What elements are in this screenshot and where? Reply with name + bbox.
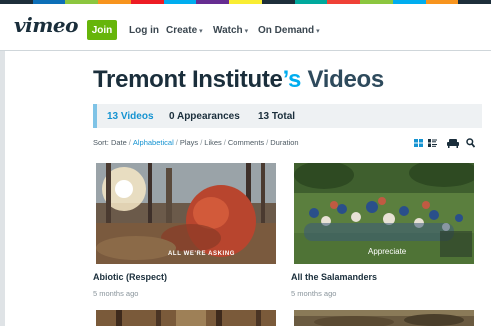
possessive-mark: ’s [282,66,302,93]
thumbnail-forest-image [96,163,276,264]
sort-option-duration[interactable]: Duration [270,138,298,147]
vimeo-logo[interactable]: vimeo [14,13,78,37]
couch-mode-icon[interactable] [447,138,459,148]
thumbnail-forest-image [96,310,276,326]
sort-option-date[interactable]: Date [111,138,127,147]
video-thumbnail[interactable]: ALL WE'RE ASKING [96,163,276,264]
sort-option-alphabetical[interactable]: Alphabetical [133,138,174,147]
sort-option-comments[interactable]: Comments [228,138,264,147]
page-title: Tremont Institute’s Videos [93,66,384,94]
video-thumbnail[interactable]: Appreciate [294,163,474,264]
tab-total[interactable]: 13 Total [258,111,295,122]
video-thumbnail[interactable] [96,310,276,326]
nav-create-label: Create [166,25,198,36]
thumbnail-caption: Appreciate [368,247,407,256]
chevron-down-icon: ▾ [244,28,249,35]
sort-option-plays[interactable]: Plays [180,138,198,147]
video-thumbnail[interactable] [294,310,474,326]
tab-appearances[interactable]: 0 Appearances [169,111,240,122]
channel-owner-link[interactable]: Tremont Institute [93,66,283,93]
chevron-down-icon: ▾ [199,28,203,35]
list-view-icon[interactable] [428,139,437,147]
page-title-suffix: Videos [301,66,384,93]
nav-create[interactable]: Create ▾ [166,25,203,36]
nav-watch[interactable]: Watch ▾ [213,25,248,36]
video-date: 5 months ago [93,289,139,298]
nav-on-demand[interactable]: On Demand ▾ [258,25,320,36]
chevron-down-icon: ▾ [316,28,320,35]
video-title[interactable]: All the Salamanders [291,272,377,282]
thumbnail-landscape-image [294,310,474,326]
sort-bar: Sort: Date / Alphabetical / Plays / Likes / Comm… [93,138,299,147]
search-icon[interactable] [466,138,475,148]
video-title[interactable]: Abiotic (Respect) [93,272,167,282]
join-button[interactable]: Join [87,20,117,40]
login-link[interactable]: Log in [129,25,159,36]
nav-on-demand-label: On Demand [258,25,315,36]
thumbnail-caption: ALL WE'RE ASKING [168,251,236,257]
video-tabs: 13 Videos 0 Appearances 13 Total [93,104,482,128]
nav-watch-label: Watch [213,25,243,36]
video-date: 5 months ago [291,289,337,298]
tab-videos[interactable]: 13 Videos [107,111,154,122]
sort-label: Sort: [93,138,109,147]
sort-option-likes[interactable]: Likes [204,138,222,147]
grid-view-icon[interactable] [414,139,423,147]
